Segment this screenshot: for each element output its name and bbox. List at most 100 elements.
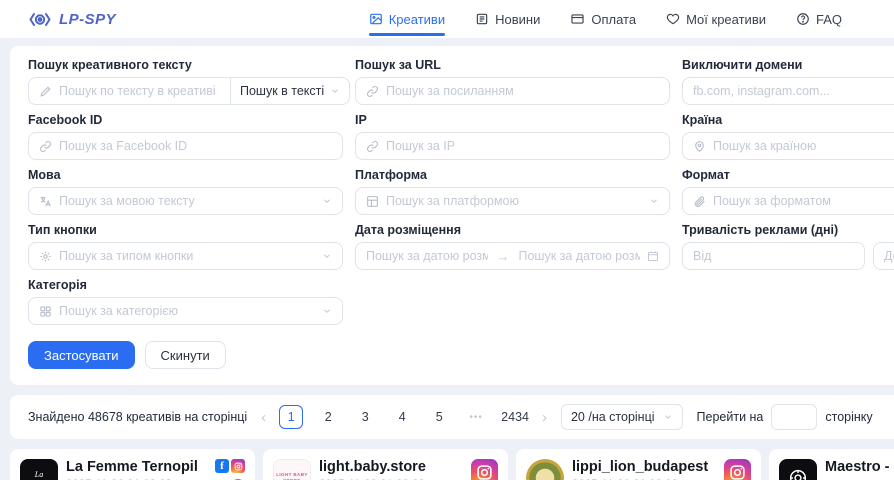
url-input[interactable] [386,84,659,98]
field-label: Платформа [355,168,670,182]
results-bar: Знайдено 48678 креативів на сторінці ‹ 1… [10,395,894,439]
avatar [526,459,564,480]
field-label: Facebook ID [28,113,343,127]
avatar: LIGHT BABY STORE [273,459,311,480]
button-type-placeholder: Пошук за типом кнопки [59,249,315,263]
page-number[interactable]: 3 [353,405,377,429]
page-number[interactable]: 4 [390,405,414,429]
chevron-down-icon [330,86,340,96]
duration-from-input[interactable] [693,249,854,263]
page-number-active[interactable]: 1 [279,405,303,429]
field-button-type: Тип кнопки Пошук за типом кнопки [28,223,343,270]
chevron-down-icon [322,196,332,206]
eye-logo-icon [28,11,52,28]
top-bar: LP-SPY Креативи Новини Оплата Мої креати… [0,0,894,38]
search-mode-select[interactable]: Пошук в тексті [231,77,350,105]
link-icon [366,140,379,153]
field-label: Виключити домени [682,58,894,72]
field-category: Категорія Пошук за категорією [28,278,343,325]
instagram-icon [724,459,751,480]
nav-tab-label: FAQ [816,12,842,27]
field-ip: IP [355,113,670,160]
duration-to-input[interactable] [884,249,894,263]
field-country: Країна [682,113,894,160]
main-nav: Креативи Новини Оплата Мої креативи FAQ [369,0,842,38]
goto-page-input[interactable] [771,404,817,430]
card-title: lippi_lion_budapest [572,459,716,476]
nav-tab-faq[interactable]: FAQ [796,0,842,38]
nav-tab-label: Креативи [389,12,445,27]
calendar-icon [647,250,659,262]
arrow-right-icon: → [495,249,512,264]
duration-to-wrap [873,242,894,270]
language-select[interactable]: Пошук за мовою тексту [28,187,343,215]
field-facebook-id: Facebook ID [28,113,343,160]
creative-card[interactable]: lippi_lion_budapest 2025-11-20 21:02:03 … [516,449,761,480]
platform-select[interactable]: Пошук за платформою [355,187,670,215]
button-type-select[interactable]: Пошук за типом кнопки [28,242,343,270]
creative-text-input[interactable] [59,84,220,98]
credit-card-icon [570,12,585,26]
field-url: Пошук за URL [355,58,670,105]
format-input-wrap [682,187,894,215]
exclude-domains-input[interactable] [693,84,894,98]
nav-tab-payment[interactable]: Оплата [570,0,636,38]
exclude-domains-input-wrap [682,77,894,105]
results-summary: Знайдено 48678 креативів на сторінці [28,410,247,424]
question-icon [796,12,810,26]
prev-page-icon[interactable]: ‹ [261,409,266,426]
card-title: light.baby.store [319,459,463,476]
country-input[interactable] [713,139,894,153]
card-social-icons: f [215,459,245,480]
field-duration: Тривалість реклами (дні) [682,223,894,270]
ip-input[interactable] [386,139,659,153]
page-size-select[interactable]: 20 /на сторінці [561,404,683,430]
platform-placeholder: Пошук за платформою [386,194,642,208]
facebook-id-input-wrap [28,132,343,160]
instagram-icon [231,459,245,473]
layout-icon [366,195,379,208]
field-language: Мова Пошук за мовою тексту [28,168,343,215]
field-label: Пошук креативного тексту [28,58,343,72]
page-ellipsis[interactable]: ••• [464,405,488,429]
logo-text: LP-SPY [59,11,116,28]
chevron-down-icon [649,196,659,206]
nav-tab-my-creatives[interactable]: Мої креативи [666,0,766,38]
goto-label: Перейти на [697,410,764,424]
field-label: Тривалість реклами (дні) [682,223,894,237]
reset-button[interactable]: Скинути [145,341,226,369]
format-input[interactable] [713,194,894,208]
nav-tab-news[interactable]: Новини [475,0,540,38]
creative-card[interactable]: LIGHT BABY STORE light.baby.store 2025-1… [263,449,508,480]
logo[interactable]: LP-SPY [28,11,116,28]
chevron-down-icon [663,412,673,422]
pagination: ‹ 1 2 3 4 5 ••• 2434 › [261,405,547,429]
field-label: Пошук за URL [355,58,670,72]
nav-tab-label: Новини [495,12,540,27]
creative-card[interactable]: Maestro - кухні, меблі на замовлення в У… [769,449,894,480]
language-placeholder: Пошук за мовою тексту [59,194,315,208]
search-mode-value: Пошук в тексті [240,84,324,98]
field-label: Країна [682,113,894,127]
facebook-id-input[interactable] [59,139,332,153]
nav-tab-creatives[interactable]: Креативи [369,0,445,38]
grid-icon [39,305,52,318]
country-input-wrap [682,132,894,160]
ip-input-wrap [355,132,670,160]
creatives-list: La FEMME La Femme Ternopil 2025-11-20 21… [10,449,894,480]
field-label: Дата розміщення [355,223,670,237]
page-number[interactable]: 2 [316,405,340,429]
instagram-icon [471,459,498,480]
link-icon [39,140,52,153]
nav-tab-label: Мої креативи [686,12,766,27]
category-select[interactable]: Пошук за категорією [28,297,343,325]
apply-button[interactable]: Застосувати [28,341,135,369]
next-page-icon[interactable]: › [542,409,547,426]
news-icon [475,12,489,26]
page-number[interactable]: 5 [427,405,451,429]
image-icon [369,12,383,26]
page-number[interactable]: 2434 [501,405,529,429]
creative-card[interactable]: La FEMME La Femme Ternopil 2025-11-20 21… [10,449,255,480]
date-range-picker[interactable]: Пошук за датою розміщення → Пошук за дат… [355,242,670,270]
paperclip-icon [693,195,706,208]
